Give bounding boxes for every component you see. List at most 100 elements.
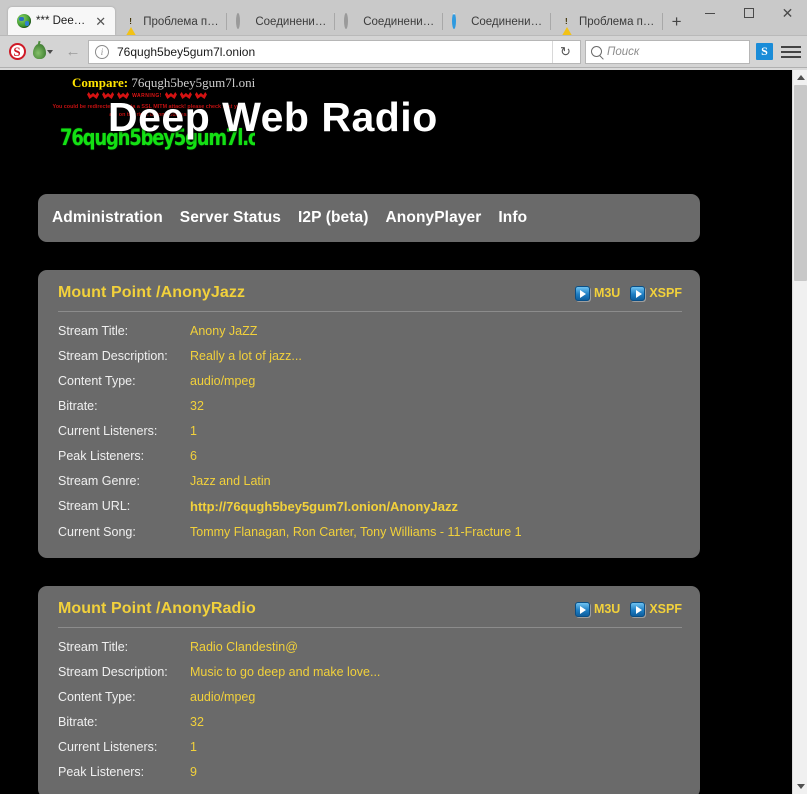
scroll-up-icon[interactable] (793, 70, 807, 85)
tab-deep-web-radio[interactable]: *** Deep ... ✕ (8, 7, 115, 35)
row-value: Anony JaZZ (190, 318, 682, 343)
site-banner: Compare: 76qugh5bey5gum7l.onion WARNING!… (0, 70, 792, 166)
xspf-label: XSPF (649, 602, 682, 616)
row-value: 32 (190, 393, 682, 418)
row-key: Content Type: (58, 684, 190, 709)
info-icon[interactable]: i (95, 45, 109, 59)
row-key: Peak Listeners: (58, 443, 190, 468)
tab-label: Проблема пр... (143, 16, 219, 28)
row-value: 6 (190, 443, 682, 468)
row-value: Radio Clandestin@ (190, 634, 682, 659)
mount-panel-header: Mount Point /AnonyRadio M3U XSPF (58, 600, 682, 628)
xspf-label: XSPF (649, 286, 682, 300)
mount-playlist-links: M3U XSPF (575, 602, 682, 617)
compare-label: Compare: (72, 75, 128, 90)
table-row: Stream Title: Anony JaZZ (58, 318, 682, 343)
page-viewport: Compare: 76qugh5bey5gum7l.onion WARNING!… (0, 70, 807, 794)
xspf-link[interactable]: XSPF (630, 286, 682, 301)
table-row: Stream Description: Music to go deep and… (58, 659, 682, 684)
play-button-icon (575, 602, 590, 617)
globe-icon (17, 14, 31, 28)
menu-icon[interactable] (781, 46, 801, 58)
row-value: 1 (190, 734, 682, 759)
m3u-label: M3U (594, 602, 620, 616)
loading-spinner-icon (236, 15, 250, 29)
noscript-icon[interactable]: S (6, 41, 28, 63)
reload-icon[interactable]: ↻ (552, 41, 578, 63)
row-key: Content Type: (58, 368, 190, 393)
row-value: Really a lot of jazz... (190, 343, 682, 368)
warning-triangle-icon (560, 15, 574, 29)
page-title: Deep Web Radio (108, 94, 438, 141)
mount-playlist-links: M3U XSPF (575, 286, 682, 301)
row-value: 9 (190, 759, 682, 784)
row-key: Current Song: (58, 519, 190, 544)
row-key: Stream Description: (58, 659, 190, 684)
table-row: Stream Genre: Jazz and Latin (58, 468, 682, 493)
tab-label: Проблема пр... (579, 16, 655, 28)
minimize-button[interactable] (690, 0, 729, 27)
stream-url-link[interactable]: http://76qugh5bey5gum7l.onion/AnonyJazz (190, 493, 682, 519)
table-row: Peak Listeners: 9 (58, 759, 682, 784)
tab-label: Соединение... (255, 16, 327, 28)
search-icon (591, 46, 602, 57)
table-row: Peak Listeners: 6 (58, 443, 682, 468)
nav-item-administration[interactable]: Administration (52, 209, 163, 227)
new-tab-button[interactable]: + (663, 8, 690, 35)
row-key: Current Listeners: (58, 734, 190, 759)
m3u-link[interactable]: M3U (575, 286, 620, 301)
browser-window: *** Deep ... ✕ Проблема пр... Соединение… (0, 0, 807, 794)
url-bar[interactable]: i 76qugh5bey5gum7l.onion ↻ (88, 40, 581, 64)
page-body: Compare: 76qugh5bey5gum7l.onion WARNING!… (0, 70, 792, 794)
table-row: Bitrate: 32 (58, 393, 682, 418)
table-row: Content Type: audio/mpeg (58, 368, 682, 393)
play-button-icon (630, 286, 645, 301)
tab-strip: *** Deep ... ✕ Проблема пр... Соединение… (0, 0, 690, 35)
close-button[interactable]: ✕ (768, 0, 807, 27)
nav-item-info[interactable]: Info (498, 209, 527, 227)
onion-icon (33, 44, 46, 59)
row-value: Jazz and Latin (190, 468, 682, 493)
page-scrollbar[interactable] (792, 70, 807, 794)
tor-onion-button[interactable] (30, 44, 56, 59)
tab-connecting-2[interactable]: Соединение... (335, 8, 443, 35)
url-text: 76qugh5bey5gum7l.onion (109, 45, 552, 59)
row-key: Stream Title: (58, 634, 190, 659)
table-row: Current Song: Tommy Flanagan, Ron Carter… (58, 519, 682, 544)
m3u-label: M3U (594, 286, 620, 300)
title-bar: *** Deep ... ✕ Проблема пр... Соединение… (0, 0, 807, 36)
loading-spinner-icon (344, 15, 358, 29)
tab-connecting-3[interactable]: Соединение... (443, 8, 551, 35)
extension-icon[interactable]: S (756, 43, 773, 60)
row-key: Bitrate: (58, 393, 190, 418)
row-key: Stream Description: (58, 343, 190, 368)
search-placeholder: Поиск (607, 46, 639, 58)
nav-item-i2p[interactable]: I2P (beta) (298, 209, 369, 227)
search-bar[interactable]: Поиск (585, 40, 750, 64)
site-navigation: Administration Server Status I2P (beta) … (38, 194, 700, 242)
play-button-icon (575, 286, 590, 301)
maximize-button[interactable] (729, 0, 768, 27)
tab-problem-1[interactable]: Проблема пр... (115, 8, 227, 35)
xspf-link[interactable]: XSPF (630, 602, 682, 617)
scrollbar-thumb[interactable] (794, 85, 807, 281)
tab-connecting-1[interactable]: Соединение... (227, 8, 335, 35)
tab-problem-2[interactable]: Проблема пр... (551, 8, 663, 35)
row-key: Stream Genre: (58, 468, 190, 493)
tab-close-icon[interactable]: ✕ (94, 15, 107, 28)
nav-item-server-status[interactable]: Server Status (180, 209, 281, 227)
back-button[interactable]: ← (60, 39, 86, 65)
compare-line: Compare: 76qugh5bey5gum7l.onion (72, 75, 255, 91)
mount-panel-header: Mount Point /AnonyJazz M3U XSPF (58, 284, 682, 312)
navigation-toolbar: S ← i 76qugh5bey5gum7l.onion ↻ Поиск S (0, 36, 807, 68)
nav-item-anonyplayer[interactable]: AnonyPlayer (386, 209, 482, 227)
row-value: 32 (190, 709, 682, 734)
table-row: Bitrate: 32 (58, 709, 682, 734)
chevron-down-icon (47, 50, 53, 54)
mount-point-panel: Mount Point /AnonyJazz M3U XSPF (38, 270, 700, 558)
row-key: Bitrate: (58, 709, 190, 734)
compare-value: 76qugh5bey5gum7l.onion (131, 75, 255, 90)
row-key: Current Listeners: (58, 418, 190, 443)
scroll-down-icon[interactable] (793, 779, 807, 794)
m3u-link[interactable]: M3U (575, 602, 620, 617)
